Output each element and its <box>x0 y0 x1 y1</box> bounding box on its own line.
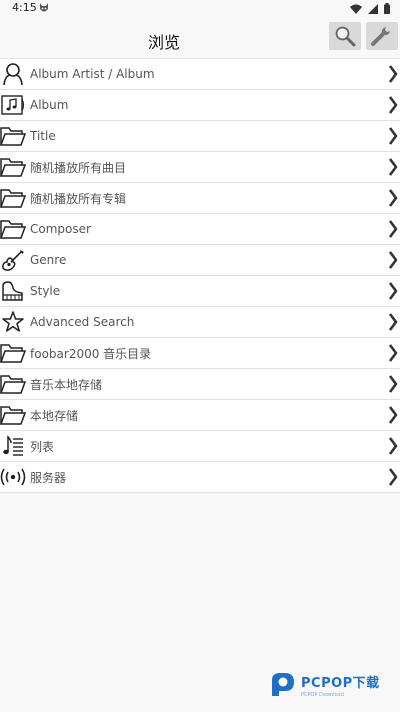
folder-icon <box>0 123 26 149</box>
list-item-label: Album <box>30 98 69 112</box>
list-item-style[interactable]: Style <box>0 276 400 307</box>
list-item-advanced-search[interactable]: Advanced Search <box>0 307 400 338</box>
list-item-album[interactable]: Album <box>0 90 400 121</box>
settings-button[interactable] <box>366 22 398 50</box>
list-item-foobar-library[interactable]: foobar2000 音乐目录 <box>0 338 400 369</box>
list-item-shuffle-tracks[interactable]: 随机播放所有曲目 <box>0 152 400 183</box>
folder-icon <box>0 371 26 397</box>
star-icon <box>0 309 26 335</box>
folder-icon <box>0 216 26 242</box>
search-icon <box>335 26 356 47</box>
watermark-text: PCPOP下载 <box>301 676 380 691</box>
chevron-right-icon <box>388 251 398 269</box>
person-icon <box>0 61 26 87</box>
list-item-label: Composer <box>30 222 91 236</box>
album-icon <box>0 92 26 118</box>
list-item-album-artist[interactable]: Album Artist / Album <box>0 59 400 90</box>
list-item-servers[interactable]: 服务器 <box>0 462 400 493</box>
list-item-label: 随机播放所有专辑 <box>30 191 127 206</box>
search-button[interactable] <box>329 22 361 50</box>
folder-icon <box>0 402 26 428</box>
watermark-subtext: PCPOP Download <box>301 692 344 698</box>
chevron-right-icon <box>388 468 398 486</box>
header-bar: 浏览 <box>0 17 400 58</box>
chevron-right-icon <box>388 375 398 393</box>
wifi-icon <box>350 4 362 14</box>
wrench-icon <box>371 27 390 46</box>
chevron-right-icon <box>388 437 398 455</box>
folder-icon <box>0 185 26 211</box>
list-item-title[interactable]: Title <box>0 121 400 152</box>
list-item-label: Title <box>30 129 56 143</box>
playlist-icon <box>0 433 26 459</box>
folder-icon <box>0 154 26 180</box>
chevron-right-icon <box>388 127 398 145</box>
list-item-music-local-storage[interactable]: 音乐本地存储 <box>0 369 400 400</box>
guitar-icon <box>0 247 26 273</box>
signal-icon <box>368 3 378 14</box>
list-item-label: 随机播放所有曲目 <box>30 160 127 175</box>
pcpop-logo-icon <box>272 673 294 696</box>
list-item-local-storage[interactable]: 本地存储 <box>0 400 400 431</box>
list-item-label: Style <box>30 284 61 298</box>
pcpop-watermark: PCPOP下载 PCPOP Download <box>268 668 392 702</box>
list-item-label: foobar2000 音乐目录 <box>30 346 152 361</box>
battery-icon <box>384 3 390 14</box>
folder-icon <box>0 340 26 366</box>
list-item-label: 本地存储 <box>30 408 79 423</box>
browse-list: Album Artist / Album Album Title 随机播放所有曲… <box>0 58 400 493</box>
chevron-right-icon <box>388 158 398 176</box>
chevron-right-icon <box>388 65 398 83</box>
list-item-label: Genre <box>30 253 67 267</box>
list-item-label: 服务器 <box>30 470 67 485</box>
list-item-shuffle-albums[interactable]: 随机播放所有专辑 <box>0 183 400 214</box>
status-time: 4:15 <box>12 1 37 14</box>
chevron-right-icon <box>388 313 398 331</box>
status-bar: 4:15 <box>0 0 400 17</box>
chevron-right-icon <box>388 189 398 207</box>
chevron-right-icon <box>388 96 398 114</box>
chevron-right-icon <box>388 220 398 238</box>
chevron-right-icon <box>388 406 398 424</box>
chevron-right-icon <box>388 344 398 362</box>
piano-icon <box>0 278 26 304</box>
list-item-label: Advanced Search <box>30 315 135 329</box>
chevron-right-icon <box>388 282 398 300</box>
list-item-label: 列表 <box>30 439 55 454</box>
broadcast-icon <box>0 464 26 490</box>
app-notification-icon <box>40 3 48 12</box>
list-item-composer[interactable]: Composer <box>0 214 400 245</box>
list-item-playlists[interactable]: 列表 <box>0 431 400 462</box>
list-item-label: 音乐本地存储 <box>30 377 103 392</box>
list-item-genre[interactable]: Genre <box>0 245 400 276</box>
page-title: 浏览 <box>147 33 180 52</box>
list-item-label: Album Artist / Album <box>30 67 155 81</box>
